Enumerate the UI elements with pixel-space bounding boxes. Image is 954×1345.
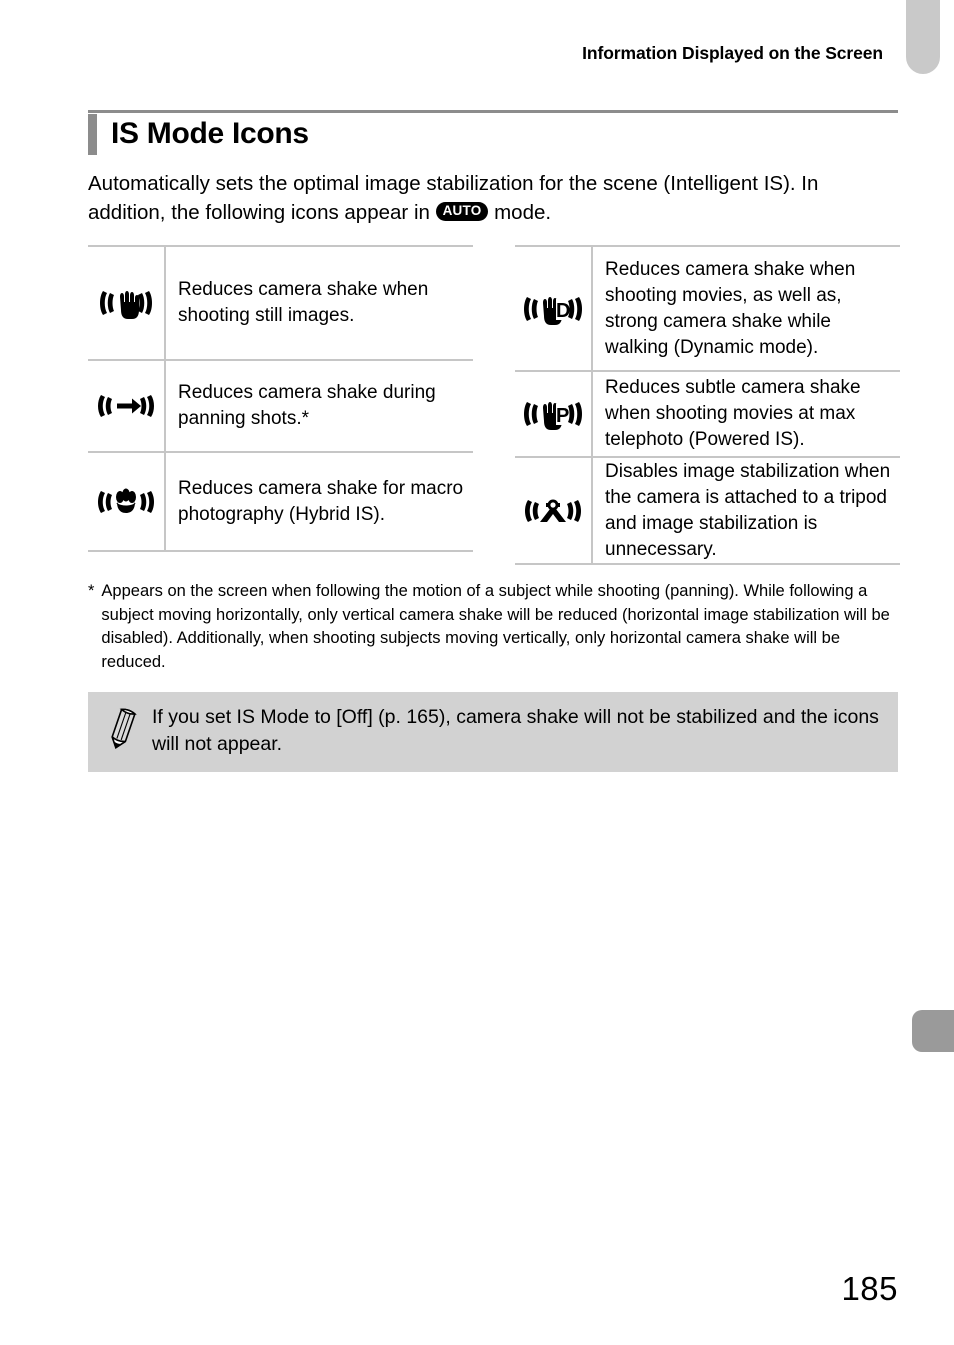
table-cell-icon (515, 458, 593, 563)
panning-arrow-is-icon (98, 395, 154, 417)
table-cell-text: Reduces camera shake when shooting movie… (605, 258, 856, 358)
macro-flower-hybrid-is-icon (98, 488, 154, 513)
is-mode-table-left: Reduces camera shake when shooting still… (88, 245, 473, 565)
tripod-is-off-icon (525, 499, 581, 522)
intro-paragraph: Automatically sets the optimal image sta… (88, 169, 883, 227)
intro-text-part2: mode. (488, 201, 552, 224)
page-number: 185 (841, 1270, 898, 1307)
footnote: * Appears on the screen when following t… (88, 580, 903, 674)
page-content: IS Mode Icons Automatically sets the opt… (88, 110, 900, 772)
table-row: Reduces camera shake for macro photograp… (88, 451, 473, 552)
table-row: Disables image stabilization when the ca… (515, 456, 900, 565)
heading-accent-bar (88, 114, 97, 155)
section-heading: IS Mode Icons (88, 113, 898, 155)
svg-text:P: P (556, 405, 569, 427)
table-cell-icon (88, 247, 166, 359)
table-cell-icon (88, 453, 166, 550)
hand-dynamic-is-icon: D (524, 296, 582, 325)
pencil-note-icon (111, 708, 137, 749)
section-tab-top (906, 0, 940, 74)
table-row: D Reduces camera shake when shooting mov… (515, 245, 900, 370)
table-cell-text: Reduces subtle camera shake when shootin… (605, 377, 861, 450)
table-cell-text: Reduces camera shake during panning shot… (178, 382, 436, 429)
footnote-marker: * (88, 582, 95, 600)
svg-text:D: D (556, 300, 570, 322)
table-row: P Reduces subtle camera shake when shoot… (515, 370, 900, 456)
table-row: Reduces camera shake during panning shot… (88, 359, 473, 451)
table-cell-icon: D (515, 247, 593, 370)
section-tab-lower (912, 1010, 954, 1052)
table-row: Reduces camera shake when shooting still… (88, 245, 473, 359)
is-mode-table-right: D Reduces camera shake when shooting mov… (515, 245, 900, 565)
table-cell-icon: P (515, 372, 593, 456)
hand-shake-is-icon (100, 291, 152, 319)
note-icon-wrapper (98, 704, 148, 753)
auto-mode-badge: AUTO (435, 202, 489, 222)
page-title: IS Mode Icons (111, 117, 309, 150)
table-cell-text: Reduces camera shake when shooting still… (178, 279, 429, 326)
hand-powered-is-icon: P (524, 402, 582, 430)
table-cell-icon (88, 361, 166, 451)
table-cell-text: Reduces camera shake for macro photograp… (178, 477, 464, 525)
is-mode-icon-tables: Reduces camera shake when shooting still… (88, 245, 900, 565)
note-text: If you set IS Mode to [Off] (p. 165), ca… (152, 706, 879, 755)
note-box: If you set IS Mode to [Off] (p. 165), ca… (88, 692, 898, 772)
footnote-text: Appears on the screen when following the… (101, 582, 890, 671)
table-cell-text: Disables image stabilization when the ca… (605, 460, 891, 560)
running-header: Information Displayed on the Screen (582, 43, 883, 63)
